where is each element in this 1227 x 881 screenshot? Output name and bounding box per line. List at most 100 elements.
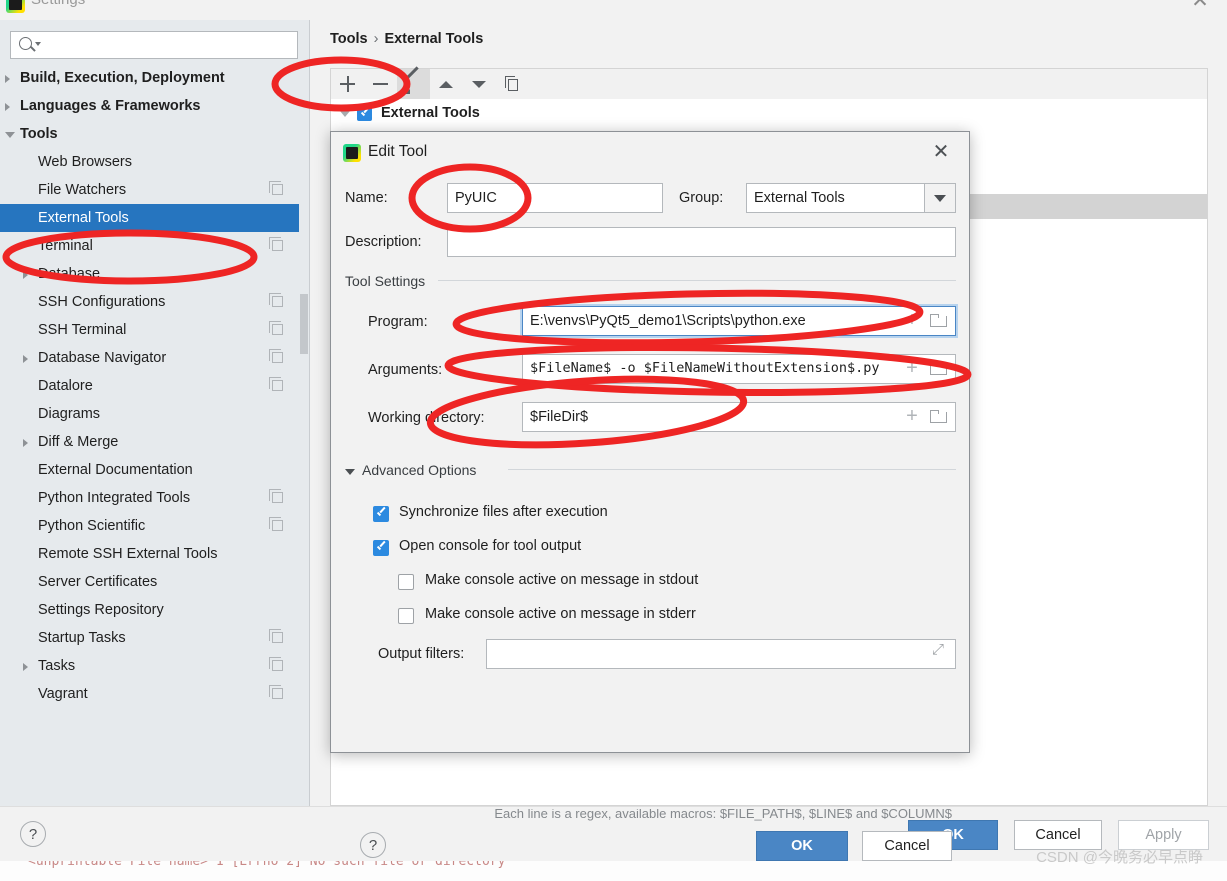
copy-icon[interactable]	[269, 685, 283, 699]
close-icon[interactable]: ✕	[929, 141, 953, 165]
group-value: External Tools	[754, 189, 845, 206]
sidebar-item-file-watchers[interactable]: File Watchers	[0, 176, 309, 204]
checkbox-console-active-stdout[interactable]	[398, 574, 414, 590]
copy-icon[interactable]	[269, 629, 283, 643]
copy-icon[interactable]	[269, 489, 283, 503]
copy-icon[interactable]	[269, 181, 283, 195]
chevron-down-icon[interactable]	[924, 184, 955, 212]
checkbox-open-console[interactable]	[373, 540, 389, 556]
tool-group-row[interactable]: External Tools	[331, 99, 1207, 128]
sidebar-item-settings-repository[interactable]: Settings Repository	[0, 596, 309, 624]
sidebar-item-database-navigator[interactable]: Database Navigator	[0, 344, 309, 372]
edit-tool-button[interactable]	[397, 66, 430, 99]
sidebar-item-ssh-configurations[interactable]: SSH Configurations	[0, 288, 309, 316]
sidebar-item-server-certificates[interactable]: Server Certificates	[0, 568, 309, 596]
copy-icon[interactable]	[269, 237, 283, 251]
sidebar-item-diagrams[interactable]: Diagrams	[0, 400, 309, 428]
sidebar-item-python-integrated-tools[interactable]: Python Integrated Tools	[0, 484, 309, 512]
expand-icon[interactable]	[932, 642, 946, 661]
group-select[interactable]: External Tools	[746, 183, 956, 213]
insert-macro-icon[interactable]: +	[904, 310, 920, 330]
sidebar-item-languages-frameworks[interactable]: Languages & Frameworks	[0, 92, 309, 120]
insert-macro-icon[interactable]: +	[904, 358, 920, 378]
arguments-label: Arguments:	[368, 362, 443, 378]
output-filters-input[interactable]	[486, 639, 956, 669]
sidebar-item-tasks[interactable]: Tasks	[0, 652, 309, 680]
sidebar-item-database[interactable]: Database	[0, 260, 309, 288]
window-title-bar: Settings ✕	[0, 0, 1227, 20]
move-up-button[interactable]	[430, 69, 463, 99]
sidebar-item-external-documentation[interactable]: External Documentation	[0, 456, 309, 484]
program-input[interactable]: E:\venvs\PyQt5_demo1\Scripts\python.exe …	[522, 306, 956, 336]
external-tools-toolbar	[330, 66, 1208, 100]
chevron-right-icon[interactable]	[23, 439, 28, 447]
sidebar-item-vagrant[interactable]: Vagrant	[0, 680, 309, 708]
copy-icon[interactable]	[269, 657, 283, 671]
chevron-down-icon[interactable]	[5, 132, 15, 138]
sidebar-item-label: Diff & Merge	[38, 434, 119, 450]
move-down-button[interactable]	[463, 69, 496, 99]
sidebar-item-label: Web Browsers	[38, 154, 133, 170]
sidebar-item-tools[interactable]: Tools	[0, 120, 309, 148]
breadcrumb-root[interactable]: Tools	[330, 31, 368, 47]
copy-icon[interactable]	[269, 349, 283, 363]
sidebar-item-web-browsers[interactable]: Web Browsers	[0, 148, 309, 176]
checkbox-tool-group[interactable]	[357, 106, 372, 121]
chevron-right-icon[interactable]	[23, 355, 28, 363]
description-label: Description:	[345, 234, 422, 250]
help-icon[interactable]: ?	[360, 832, 386, 858]
copy-icon[interactable]	[269, 293, 283, 307]
dialog-ok-button[interactable]: OK	[756, 831, 848, 861]
search-input[interactable]	[10, 31, 298, 59]
add-tool-button[interactable]	[331, 69, 364, 99]
sidebar-item-label: Database Navigator	[38, 350, 167, 366]
working-directory-input[interactable]: $FileDir$ +	[522, 402, 956, 432]
browse-folder-icon[interactable]	[930, 410, 947, 423]
sidebar-item-terminal[interactable]: Terminal	[0, 232, 309, 260]
browse-folder-icon[interactable]	[930, 362, 947, 375]
checkbox-synchronize-files[interactable]	[373, 506, 389, 522]
checkbox-console-active-stdout-label: Make console active on message in stdout	[425, 572, 699, 588]
breadcrumb: Tools › External Tools	[330, 31, 483, 47]
checkbox-synchronize-files-label: Synchronize files after execution	[399, 504, 608, 520]
working-directory-label: Working directory:	[368, 410, 485, 426]
remove-tool-button[interactable]	[364, 69, 397, 99]
browse-folder-icon[interactable]	[930, 314, 947, 327]
chevron-right-icon[interactable]	[5, 103, 10, 111]
sidebar-item-remote-ssh-external-tools[interactable]: Remote SSH External Tools	[0, 540, 309, 568]
settings-category-tree[interactable]: Build, Execution, Deployment Languages & …	[0, 64, 309, 806]
chevron-down-icon[interactable]	[345, 469, 355, 475]
advanced-options-title: Advanced Options	[362, 462, 484, 478]
name-value: PyUIC	[455, 189, 497, 206]
checkbox-console-active-stderr[interactable]	[398, 608, 414, 624]
help-icon[interactable]: ?	[20, 821, 46, 847]
checkbox-console-active-stderr-label: Make console active on message in stderr	[425, 606, 696, 622]
sidebar-item-startup-tasks[interactable]: Startup Tasks	[0, 624, 309, 652]
sidebar-item-label: Build, Execution, Deployment	[20, 70, 225, 86]
chevron-right-icon[interactable]	[23, 663, 28, 671]
sidebar-item-diff-merge[interactable]: Diff & Merge	[0, 428, 309, 456]
name-label: Name:	[345, 190, 388, 206]
arguments-input[interactable]: $FileName$ -o $FileNameWithoutExtension$…	[522, 354, 956, 384]
copy-icon[interactable]	[269, 321, 283, 335]
copy-icon[interactable]	[269, 517, 283, 531]
sidebar-item-datalore[interactable]: Datalore	[0, 372, 309, 400]
plus-icon-vertical	[347, 76, 349, 92]
chevron-right-icon[interactable]	[23, 271, 28, 279]
chevron-right-icon[interactable]	[5, 75, 10, 83]
insert-macro-icon[interactable]: +	[904, 406, 920, 426]
sidebar-item-build-execution-deployment[interactable]: Build, Execution, Deployment	[0, 64, 309, 92]
name-input[interactable]: PyUIC	[447, 183, 663, 213]
description-input[interactable]	[447, 227, 956, 257]
copy-icon[interactable]	[269, 377, 283, 391]
sidebar-item-label: SSH Configurations	[38, 294, 166, 310]
sidebar-scrollbar-thumb[interactable]	[300, 294, 308, 354]
sidebar-item-external-tools[interactable]: External Tools	[0, 204, 309, 232]
sidebar-scrollbar[interactable]	[299, 64, 309, 806]
chevron-down-icon[interactable]	[340, 111, 350, 117]
close-icon[interactable]: ✕	[1187, 0, 1213, 14]
sidebar-item-ssh-terminal[interactable]: SSH Terminal	[0, 316, 309, 344]
copy-tool-button[interactable]	[496, 69, 529, 99]
sidebar-item-python-scientific[interactable]: Python Scientific	[0, 512, 309, 540]
dialog-cancel-button[interactable]: Cancel	[862, 831, 952, 861]
